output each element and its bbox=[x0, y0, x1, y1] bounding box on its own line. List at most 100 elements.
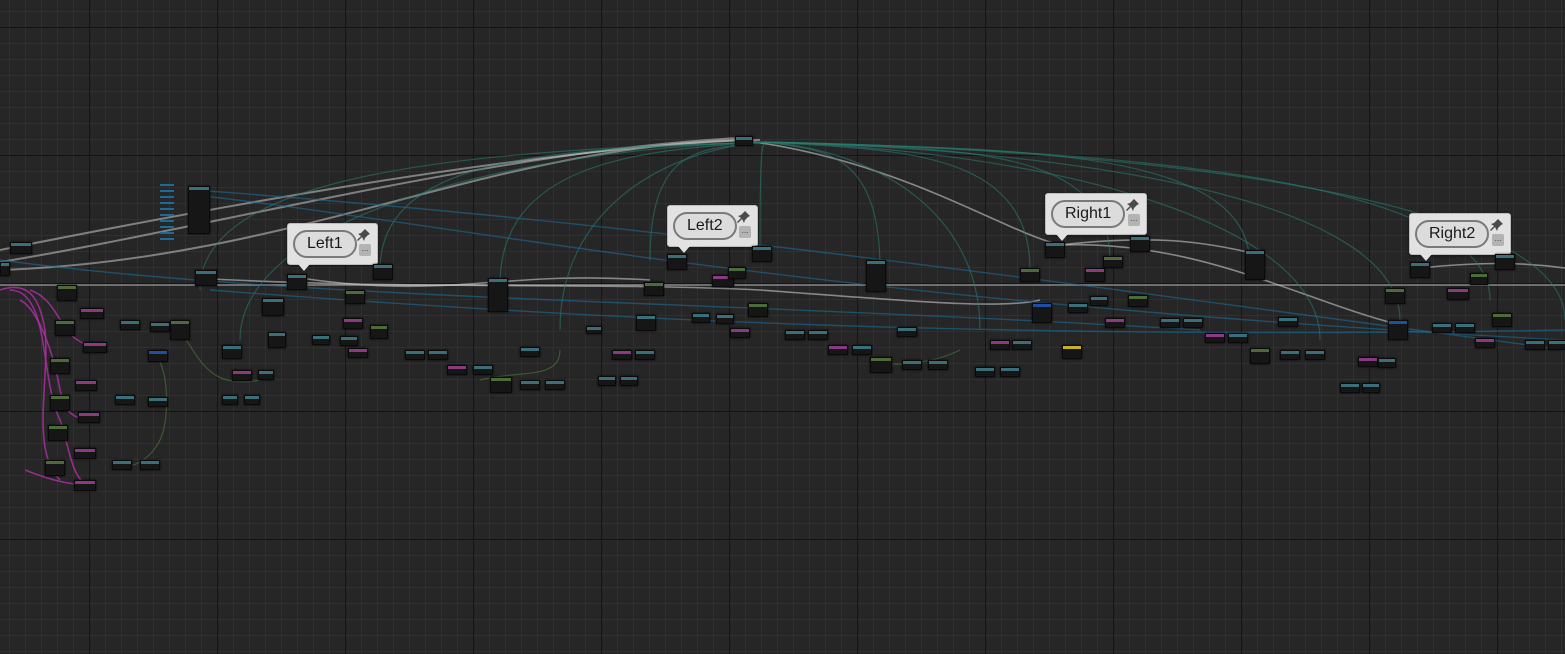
blueprint-node[interactable] bbox=[120, 320, 140, 330]
blueprint-node[interactable] bbox=[975, 367, 995, 377]
details-icon[interactable]: ... bbox=[739, 226, 751, 238]
variable-pin[interactable] bbox=[160, 238, 174, 240]
blueprint-node[interactable] bbox=[1470, 273, 1488, 285]
blueprint-node[interactable] bbox=[1103, 256, 1123, 268]
blueprint-node[interactable] bbox=[370, 325, 388, 339]
comment-box-right1[interactable]: Right1 ... bbox=[1045, 193, 1147, 241]
blueprint-node[interactable] bbox=[808, 330, 828, 340]
comment-box-left2[interactable]: Left2 ... bbox=[667, 205, 758, 253]
blueprint-node[interactable] bbox=[730, 328, 750, 338]
blueprint-node[interactable] bbox=[1495, 254, 1515, 270]
blueprint-node[interactable] bbox=[1548, 340, 1565, 350]
details-icon[interactable]: ... bbox=[1128, 214, 1140, 226]
blueprint-node[interactable] bbox=[405, 350, 425, 360]
blueprint-node[interactable] bbox=[1205, 333, 1225, 343]
blueprint-node[interactable] bbox=[545, 380, 565, 390]
blueprint-node[interactable] bbox=[78, 412, 100, 423]
blueprint-node[interactable] bbox=[268, 332, 286, 348]
blueprint-node[interactable] bbox=[1388, 320, 1408, 340]
blueprint-node[interactable] bbox=[1447, 288, 1469, 300]
blueprint-node[interactable] bbox=[1045, 242, 1065, 258]
blueprint-node[interactable] bbox=[1362, 383, 1380, 393]
data-wire[interactable] bbox=[764, 141, 881, 271]
blueprint-node[interactable] bbox=[1032, 303, 1052, 323]
blueprint-node[interactable] bbox=[50, 358, 70, 374]
blueprint-node[interactable] bbox=[644, 282, 664, 296]
blueprint-node[interactable] bbox=[140, 460, 160, 470]
blueprint-node[interactable] bbox=[1000, 367, 1020, 377]
blueprint-node[interactable] bbox=[1105, 318, 1125, 328]
blueprint-node[interactable] bbox=[75, 380, 97, 391]
blueprint-node[interactable] bbox=[447, 365, 467, 375]
variable-pin[interactable] bbox=[160, 196, 174, 198]
blueprint-node[interactable] bbox=[1183, 318, 1203, 328]
blueprint-node[interactable] bbox=[1228, 333, 1248, 343]
blueprint-node[interactable] bbox=[373, 264, 393, 280]
blueprint-node[interactable] bbox=[728, 267, 746, 279]
blueprint-node[interactable] bbox=[866, 260, 886, 292]
details-icon[interactable]: ... bbox=[359, 244, 371, 256]
blueprint-node[interactable] bbox=[343, 318, 363, 329]
blueprint-node[interactable] bbox=[80, 308, 104, 319]
blueprint-node[interactable] bbox=[902, 360, 922, 370]
variable-pin[interactable] bbox=[160, 232, 174, 234]
blueprint-node[interactable] bbox=[74, 480, 96, 491]
blueprint-node[interactable] bbox=[0, 262, 10, 276]
blueprint-node[interactable] bbox=[1085, 268, 1105, 282]
blueprint-node[interactable] bbox=[222, 345, 242, 359]
data-wire[interactable] bbox=[0, 286, 61, 481]
variable-pin[interactable] bbox=[160, 190, 174, 192]
blueprint-node[interactable] bbox=[828, 345, 848, 355]
blueprint-node[interactable] bbox=[55, 320, 75, 336]
blueprint-node[interactable] bbox=[1280, 350, 1300, 360]
blueprint-graph-canvas[interactable]: Left1 ... Left2 ... Right1 ... Right2 ..… bbox=[0, 0, 1565, 654]
blueprint-node[interactable] bbox=[348, 348, 368, 358]
blueprint-node[interactable] bbox=[667, 254, 687, 270]
blueprint-node[interactable] bbox=[1340, 383, 1360, 393]
blueprint-node[interactable] bbox=[586, 326, 602, 334]
blueprint-node[interactable] bbox=[1130, 236, 1150, 252]
blueprint-node[interactable] bbox=[488, 278, 508, 312]
blueprint-node[interactable] bbox=[222, 395, 238, 405]
variable-pin[interactable] bbox=[160, 184, 174, 186]
pin-icon[interactable] bbox=[357, 228, 371, 242]
blueprint-node[interactable] bbox=[1385, 288, 1405, 304]
blueprint-node[interactable] bbox=[1245, 250, 1265, 280]
blueprint-node[interactable] bbox=[112, 460, 132, 470]
comment-title[interactable]: Left2 bbox=[673, 212, 737, 240]
blueprint-node[interactable] bbox=[1358, 357, 1378, 367]
blueprint-node[interactable] bbox=[1492, 313, 1512, 327]
pin-icon[interactable] bbox=[1126, 198, 1140, 212]
blueprint-node[interactable] bbox=[1525, 340, 1545, 350]
blueprint-node[interactable] bbox=[1278, 317, 1298, 327]
blueprint-node[interactable] bbox=[1062, 345, 1082, 359]
blueprint-node[interactable] bbox=[148, 350, 168, 362]
variable-pin[interactable] bbox=[160, 202, 174, 204]
data-wire[interactable] bbox=[119, 349, 168, 467]
variable-pin[interactable] bbox=[160, 220, 174, 222]
exec-wire[interactable] bbox=[1419, 262, 1565, 269]
blueprint-node[interactable] bbox=[735, 136, 753, 146]
blueprint-node[interactable] bbox=[752, 246, 772, 262]
blueprint-node[interactable] bbox=[428, 350, 448, 360]
blueprint-node[interactable] bbox=[620, 376, 638, 386]
variable-pin[interactable] bbox=[160, 208, 174, 210]
data-wire[interactable] bbox=[209, 289, 1565, 334]
blueprint-node[interactable] bbox=[870, 357, 892, 373]
comment-box-right2[interactable]: Right2 ... bbox=[1409, 213, 1511, 261]
blueprint-node[interactable] bbox=[57, 285, 77, 301]
blueprint-node[interactable] bbox=[1160, 318, 1180, 328]
blueprint-node[interactable] bbox=[1128, 295, 1148, 307]
comment-title[interactable]: Right2 bbox=[1415, 220, 1490, 248]
blueprint-node[interactable] bbox=[170, 320, 190, 340]
blueprint-node[interactable] bbox=[636, 315, 656, 331]
blueprint-node[interactable] bbox=[692, 313, 710, 323]
blueprint-node[interactable] bbox=[74, 448, 96, 459]
blueprint-node[interactable] bbox=[150, 322, 170, 332]
blueprint-node[interactable] bbox=[897, 327, 917, 337]
blueprint-node[interactable] bbox=[716, 314, 734, 324]
blueprint-node[interactable] bbox=[287, 274, 307, 290]
blueprint-node[interactable] bbox=[1305, 350, 1325, 360]
variable-pin[interactable] bbox=[160, 226, 174, 228]
blueprint-node[interactable] bbox=[852, 345, 872, 355]
